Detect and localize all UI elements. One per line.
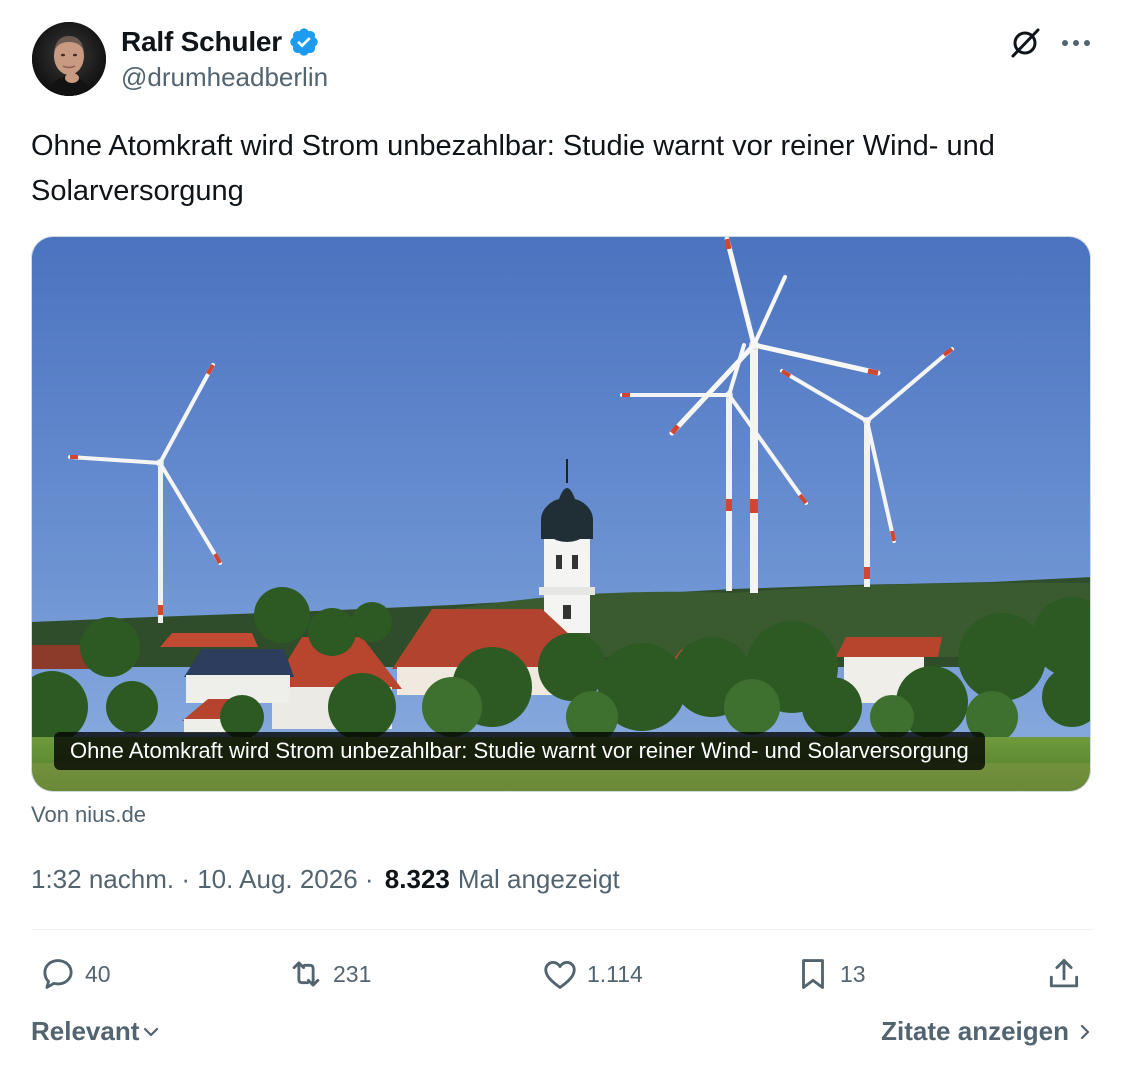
sort-label: Relevant xyxy=(31,1016,140,1046)
reply-count: 40 xyxy=(85,960,111,987)
views-count: 8.323 xyxy=(384,864,450,894)
chevron-down-icon xyxy=(144,1027,159,1036)
bookmark-button[interactable]: 13 xyxy=(794,950,866,998)
bookmark-icon xyxy=(802,959,824,989)
repost-button[interactable]: 231 xyxy=(287,950,371,998)
author-name[interactable]: Ralf Schuler xyxy=(121,26,282,58)
tweet-time[interactable]: 1:32 nachm. xyxy=(31,864,174,895)
replies-header: Relevant Zitate anzeigen xyxy=(31,1016,1093,1052)
author-name-row[interactable]: Ralf Schuler xyxy=(121,24,320,60)
grok-icon xyxy=(1011,28,1040,58)
action-bar: 40 231 1.114 13 xyxy=(31,950,1093,998)
like-button[interactable]: 1.114 xyxy=(541,950,643,998)
tweet-text: Ohne Atomkraft wird Strom unbezahlbar: S… xyxy=(31,130,995,207)
sort-dropdown[interactable]: Relevant xyxy=(31,1016,161,1047)
link-card[interactable]: Ohne Atomkraft wird Strom unbezahlbar: S… xyxy=(31,236,1091,792)
view-quotes-link[interactable]: Zitate anzeigen xyxy=(881,1016,1093,1047)
card-caption: Ohne Atomkraft wird Strom unbezahlbar: S… xyxy=(54,732,985,770)
reply-button[interactable]: 40 xyxy=(39,950,111,998)
heart-icon xyxy=(544,961,576,989)
tweet-date[interactable]: 10. Aug. 2026 xyxy=(197,864,357,895)
repost-icon xyxy=(292,961,320,987)
views-label: Mal angezeigt xyxy=(457,864,620,894)
card-image xyxy=(32,237,1090,791)
verified-badge-icon[interactable] xyxy=(288,26,320,58)
repost-count: 231 xyxy=(333,960,372,987)
avatar-image xyxy=(32,22,106,96)
author-avatar[interactable] xyxy=(32,22,106,96)
divider xyxy=(31,929,1093,930)
share-button[interactable] xyxy=(1045,950,1083,998)
meta-separator-1: · xyxy=(174,864,198,894)
reply-icon xyxy=(43,959,73,989)
chevron-right-icon xyxy=(1080,1024,1090,1039)
bookmark-count: 13 xyxy=(840,960,866,987)
more-options-button[interactable] xyxy=(1056,24,1096,62)
grok-button[interactable] xyxy=(1006,24,1044,62)
more-dots-icon xyxy=(1062,40,1090,46)
quotes-label: Zitate anzeigen xyxy=(881,1016,1069,1046)
meta-separator-2: · xyxy=(357,864,381,894)
tweet-meta: 1:32 nachm. · 10. Aug. 2026 · 8.323 Mal … xyxy=(31,864,620,895)
like-count: 1.114 xyxy=(587,960,643,987)
card-source-link[interactable]: Von nius.de xyxy=(31,802,146,828)
share-icon xyxy=(1049,959,1079,988)
author-handle[interactable]: @drumheadberlin xyxy=(121,62,328,93)
